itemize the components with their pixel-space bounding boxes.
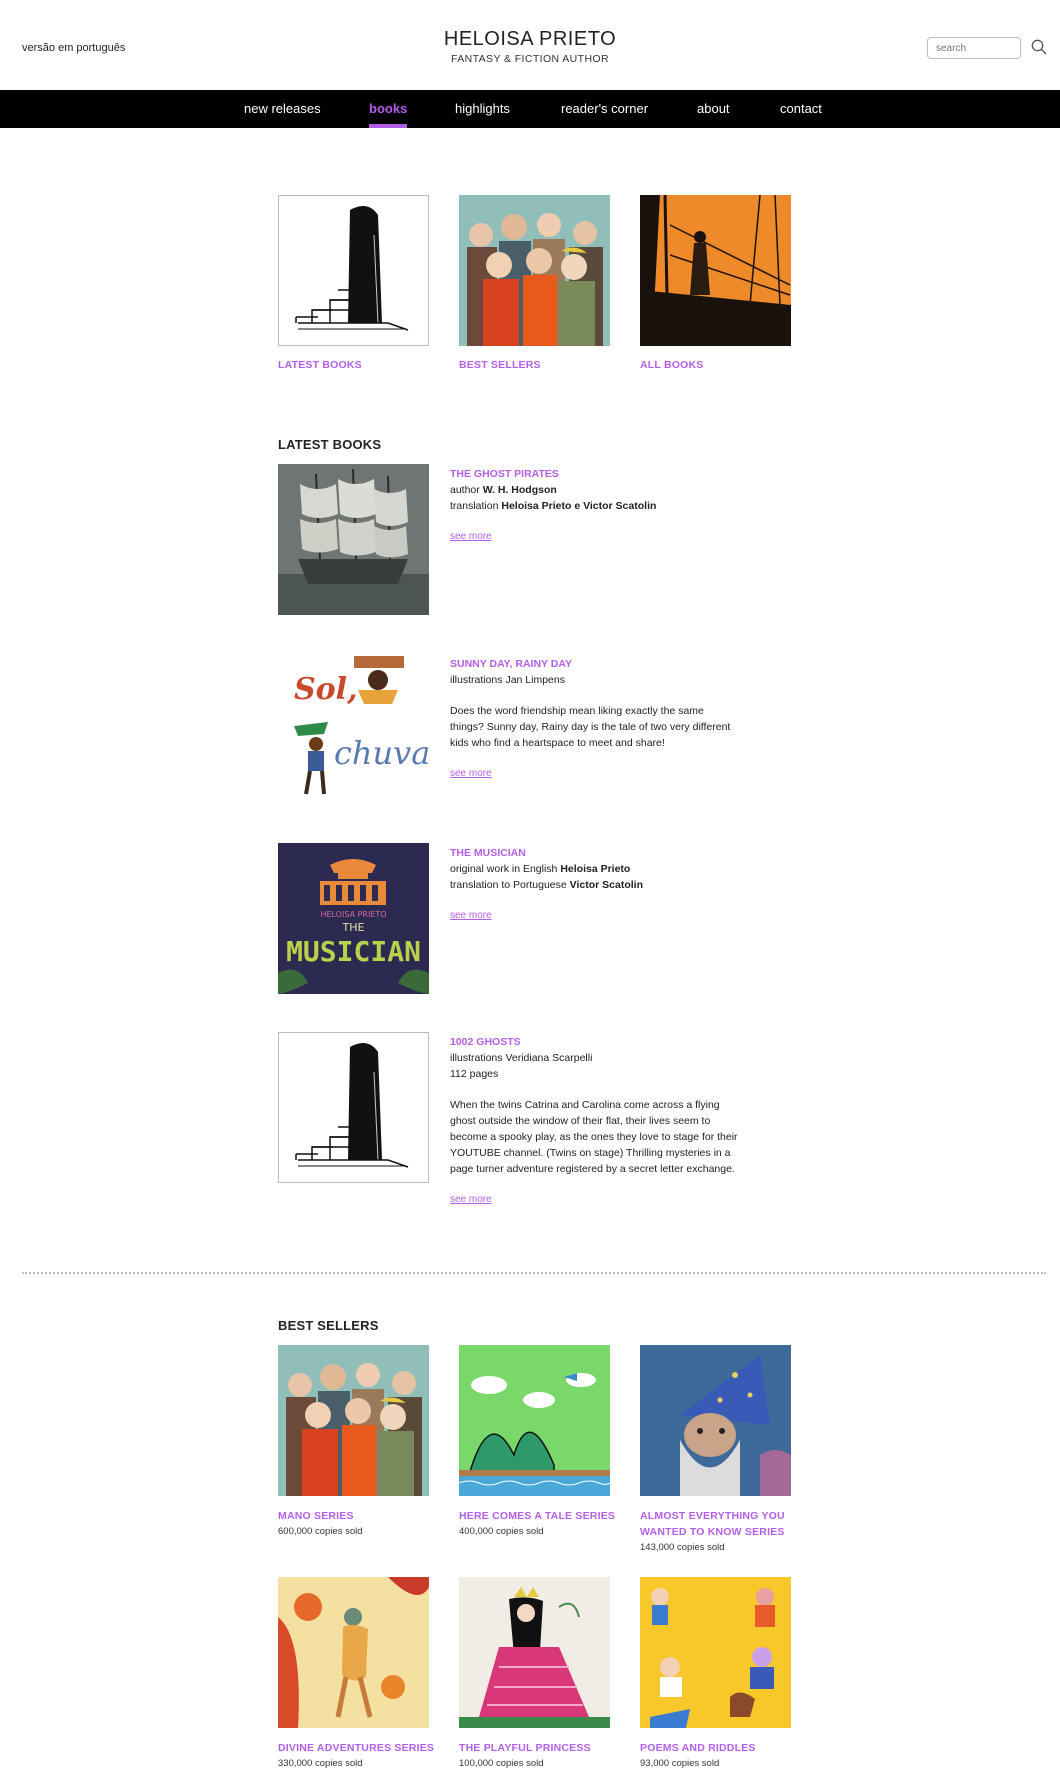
see-more-link[interactable]: see more bbox=[450, 908, 492, 924]
book-description: Does the word friendship mean liking exa… bbox=[450, 705, 731, 749]
best-seller-title[interactable]: POEMS AND RIDDLES bbox=[640, 1740, 800, 1756]
category-best-sellers[interactable]: BEST SELLERS bbox=[459, 195, 610, 371]
book-original-work: original work in English Heloisa Prieto bbox=[450, 861, 740, 877]
nav-about[interactable]: about bbox=[697, 90, 730, 128]
latest-books-heading: LATEST BOOKS bbox=[278, 437, 382, 452]
book-sunny-day-rainy-day: Sol, chuva SUNNY DAY, RAINY DAY illustra… bbox=[278, 654, 738, 805]
cover-title-sol: Sol, bbox=[294, 672, 358, 707]
nav-contact[interactable]: contact bbox=[780, 90, 822, 128]
here-comes-a-tale-cover[interactable] bbox=[459, 1345, 610, 1496]
copies-sold: 330,000 copies sold bbox=[278, 1758, 363, 1769]
best-seller-title[interactable]: HERE COMES A TALE SERIES bbox=[459, 1508, 619, 1524]
see-more-link[interactable]: see more bbox=[450, 529, 492, 545]
category-label[interactable]: ALL BOOKS bbox=[640, 359, 791, 371]
crowd-thumbnail[interactable] bbox=[459, 195, 610, 346]
best-seller-item[interactable]: DIVINE ADVENTURES SERIES 330,000 copies … bbox=[278, 1577, 438, 1771]
nav-books[interactable]: books bbox=[369, 90, 408, 128]
original-prefix: original work in English bbox=[450, 863, 561, 875]
search-icon[interactable] bbox=[1030, 38, 1048, 56]
book-illustrator: illustrations Jan Limpens bbox=[450, 674, 565, 686]
divine-adventures-cover[interactable] bbox=[278, 1577, 429, 1728]
copies-sold: 93,000 copies sold bbox=[640, 1758, 720, 1769]
copies-sold: 600,000 copies sold bbox=[278, 1526, 363, 1537]
brand-tagline: FANTASY & FICTION AUTHOR bbox=[451, 53, 609, 65]
category-latest-books[interactable]: LATEST BOOKS bbox=[278, 195, 429, 371]
book-the-musician: HELOISA PRIETO THE MUSICIAN THE MUSICIAN… bbox=[278, 843, 738, 994]
the-musician-cover[interactable]: HELOISA PRIETO THE MUSICIAN bbox=[278, 843, 429, 994]
best-seller-title[interactable]: DIVINE ADVENTURES SERIES bbox=[278, 1740, 438, 1756]
translation-prefix: translation bbox=[450, 500, 502, 512]
book-title[interactable]: THE MUSICIAN bbox=[450, 845, 740, 861]
cover-the: THE bbox=[342, 921, 365, 934]
nav-new-releases[interactable]: new releases bbox=[244, 90, 321, 128]
book-info: 1002 GHOSTS illustrations Veridiana Scar… bbox=[450, 1034, 740, 1208]
book-1002-ghosts: 1002 GHOSTS illustrations Veridiana Scar… bbox=[278, 1032, 738, 1232]
ghost-pirates-cover[interactable] bbox=[278, 464, 429, 615]
book-info: THE MUSICIAN original work in English He… bbox=[450, 845, 740, 924]
author-prefix: author bbox=[450, 484, 483, 496]
best-sellers-heading: BEST SELLERS bbox=[278, 1318, 379, 1333]
ghost-stairs-thumbnail[interactable] bbox=[278, 195, 429, 346]
best-seller-item[interactable]: THE PLAYFUL PRINCESS 100,000 copies sold bbox=[459, 1577, 619, 1771]
see-more-link[interactable]: see more bbox=[450, 1192, 492, 1208]
category-label[interactable]: LATEST BOOKS bbox=[278, 359, 429, 371]
cover-author: HELOISA PRIETO bbox=[320, 910, 386, 919]
brand-name[interactable]: HELOISA PRIETO bbox=[0, 28, 1060, 51]
search-input[interactable] bbox=[927, 37, 1021, 59]
original-author: Heloisa Prieto bbox=[560, 863, 631, 875]
brand[interactable]: HELOISA PRIETO FANTASY & FICTION AUTHOR bbox=[0, 28, 1060, 65]
best-seller-title[interactable]: ALMOST EVERYTHING YOU WANTED TO KNOW SER… bbox=[640, 1508, 800, 1540]
mano-series-cover[interactable] bbox=[278, 1345, 429, 1496]
cover-title-chuva: chuva bbox=[334, 734, 429, 772]
see-more-link[interactable]: see more bbox=[450, 766, 492, 782]
translation-prefix: translation to Portuguese bbox=[450, 879, 570, 891]
cover-title: MUSICIAN bbox=[286, 935, 421, 968]
book-title[interactable]: SUNNY DAY, RAINY DAY bbox=[450, 656, 740, 672]
category-all-books[interactable]: ALL BOOKS bbox=[640, 195, 791, 371]
section-divider bbox=[22, 1272, 1046, 1274]
book-description: When the twins Catrina and Carolina come… bbox=[450, 1099, 738, 1175]
book-info: THE GHOST PIRATES author W. H. Hodgson t… bbox=[450, 466, 740, 545]
nav-readers-corner[interactable]: reader's corner bbox=[561, 90, 648, 128]
nav-highlights[interactable]: highlights bbox=[455, 90, 510, 128]
poems-and-riddles-cover[interactable] bbox=[640, 1577, 791, 1728]
best-seller-item[interactable]: HERE COMES A TALE SERIES 400,000 copies … bbox=[459, 1345, 619, 1539]
playful-princess-cover[interactable] bbox=[459, 1577, 610, 1728]
best-seller-item[interactable]: MANO SERIES 600,000 copies sold bbox=[278, 1345, 438, 1539]
category-label[interactable]: BEST SELLERS bbox=[459, 359, 610, 371]
main-nav: new releases books highlights reader's c… bbox=[0, 90, 1060, 128]
translator-name: Victor Scatolin bbox=[569, 879, 643, 891]
best-seller-item[interactable]: ALMOST EVERYTHING YOU WANTED TO KNOW SER… bbox=[640, 1345, 800, 1555]
book-ghost-pirates: THE GHOST PIRATES author W. H. Hodgson t… bbox=[278, 464, 738, 615]
best-seller-title[interactable]: THE PLAYFUL PRINCESS bbox=[459, 1740, 619, 1756]
book-translation: translation to Portuguese Victor Scatoli… bbox=[450, 877, 740, 893]
book-pages: 112 pages bbox=[450, 1068, 499, 1080]
book-info: SUNNY DAY, RAINY DAY illustrations Jan L… bbox=[450, 656, 740, 782]
ship-thumbnail[interactable] bbox=[640, 195, 791, 346]
translator-names: Heloisa Prieto e Victor Scatolin bbox=[501, 500, 657, 512]
book-illustrator: illustrations Veridiana Scarpelli bbox=[450, 1052, 593, 1064]
sunny-day-cover[interactable]: Sol, chuva bbox=[278, 654, 429, 805]
copies-sold: 143,000 copies sold bbox=[640, 1542, 725, 1553]
1002-ghosts-cover[interactable] bbox=[278, 1032, 429, 1183]
author-name: W. H. Hodgson bbox=[482, 484, 557, 496]
book-translation: translation Heloisa Prieto e Victor Scat… bbox=[450, 498, 740, 514]
almost-everything-cover[interactable] bbox=[640, 1345, 791, 1496]
book-title[interactable]: THE GHOST PIRATES bbox=[450, 466, 740, 482]
site-header: versão em português HELOISA PRIETO FANTA… bbox=[0, 0, 1060, 90]
copies-sold: 400,000 copies sold bbox=[459, 1526, 544, 1537]
book-author: author W. H. Hodgson bbox=[450, 482, 740, 498]
copies-sold: 100,000 copies sold bbox=[459, 1758, 544, 1769]
best-seller-item[interactable]: POEMS AND RIDDLES 93,000 copies sold bbox=[640, 1577, 800, 1771]
best-seller-title[interactable]: MANO SERIES bbox=[278, 1508, 438, 1524]
book-title[interactable]: 1002 GHOSTS bbox=[450, 1034, 740, 1050]
